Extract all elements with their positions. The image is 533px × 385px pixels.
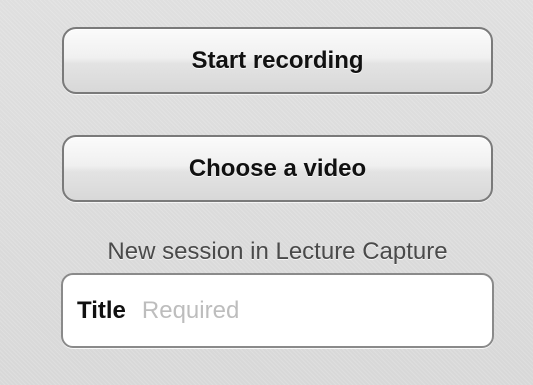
title-field-label: Title bbox=[77, 296, 126, 324]
start-recording-label: Start recording bbox=[191, 46, 364, 74]
new-session-heading: New session in Lecture Capture bbox=[107, 238, 448, 265]
start-recording-button[interactable]: Start recording bbox=[62, 27, 493, 94]
choose-video-label: Choose a video bbox=[188, 154, 367, 182]
choose-video-button[interactable]: Choose a video bbox=[62, 135, 493, 202]
title-field[interactable]: Title bbox=[61, 273, 494, 348]
title-input[interactable] bbox=[141, 296, 442, 325]
